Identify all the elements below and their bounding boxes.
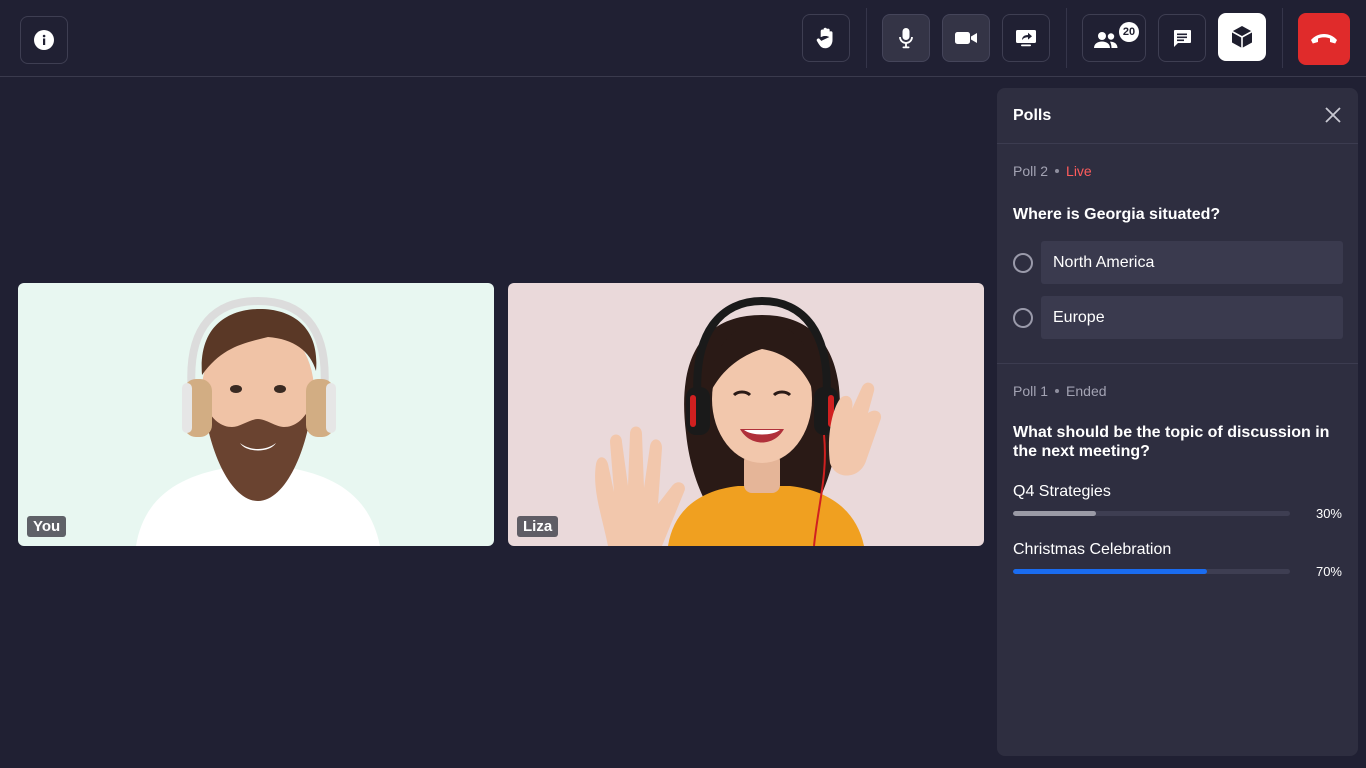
poll-result: Q4 Strategies 30% [1013,483,1342,521]
poll-meta: Poll 1 Ended [1013,383,1342,399]
result-percent: 70% [1315,564,1342,579]
progress-fill [1013,511,1097,516]
raise-hand-button[interactable] [802,14,850,62]
cube-icon [1231,25,1253,49]
poll-result: Christmas Celebration 70% [1013,541,1342,579]
polls-panel: Polls Poll 2 Live Where is Georgia situa… [997,88,1358,756]
video-tile-you[interactable]: You [18,283,494,546]
result-percent: 30% [1315,506,1342,521]
microphone-icon [898,27,914,49]
progress-track [1013,511,1290,516]
participants-button[interactable]: 20 [1082,14,1146,62]
panel-title: Polls [1013,107,1052,124]
phone-hangup-icon [1309,32,1339,46]
info-button[interactable] [20,16,68,64]
participant-video [18,283,494,546]
radio-button[interactable] [1013,252,1033,273]
poll-meta: Poll 2 Live [1013,163,1342,179]
leave-call-button[interactable] [1298,13,1350,65]
chat-icon [1172,28,1192,48]
status-badge: Live [1066,163,1092,179]
result-label: Q4 Strategies [1013,483,1111,500]
progress-track [1013,569,1290,574]
separator-dot [1055,169,1060,173]
separator-dot [1055,389,1060,393]
poll-live: Poll 2 Live Where is Georgia situated? N… [997,144,1358,339]
progress-fill [1013,569,1207,574]
poll-option[interactable]: North America [1013,241,1343,284]
poll-question: What should be the topic of discussion i… [1013,424,1330,460]
participant-name-label: You [27,516,67,537]
toolbar: 20 [0,0,1366,77]
chat-button[interactable] [1158,14,1206,62]
video-camera-icon [954,30,978,46]
status-badge: Ended [1066,383,1107,399]
result-bar-row: 30% [1013,506,1342,521]
result-bar-row: 70% [1013,564,1342,579]
participant-name-label: Liza [517,516,559,537]
toolbar-divider [1282,8,1283,68]
participant-video [508,283,984,546]
screen-share-icon [1015,28,1037,48]
share-screen-button[interactable] [1002,14,1050,62]
poll-ended: Poll 1 Ended What should be the topic of… [997,364,1358,579]
poll-question: Where is Georgia situated? [1013,206,1221,223]
close-icon [1325,106,1341,128]
toolbar-divider [866,8,867,68]
poll-name: Poll 1 [1013,383,1049,399]
radio-button[interactable] [1013,307,1033,328]
poll-name: Poll 2 [1013,163,1049,179]
people-icon [1093,31,1119,49]
video-tile-liza[interactable]: Liza [508,283,984,546]
hand-icon [816,27,836,49]
camera-button[interactable] [942,14,990,62]
microphone-button[interactable] [882,14,930,62]
info-icon [34,30,54,50]
poll-option[interactable]: Europe [1013,296,1343,339]
polls-button[interactable] [1218,13,1266,61]
participant-count-badge: 20 [1119,22,1139,42]
result-label: Christmas Celebration [1013,541,1172,558]
option-label[interactable]: North America [1041,241,1343,284]
toolbar-divider [1066,8,1067,68]
option-label[interactable]: Europe [1041,296,1343,339]
close-button[interactable] [1322,106,1344,128]
polls-panel-header: Polls [997,88,1358,144]
